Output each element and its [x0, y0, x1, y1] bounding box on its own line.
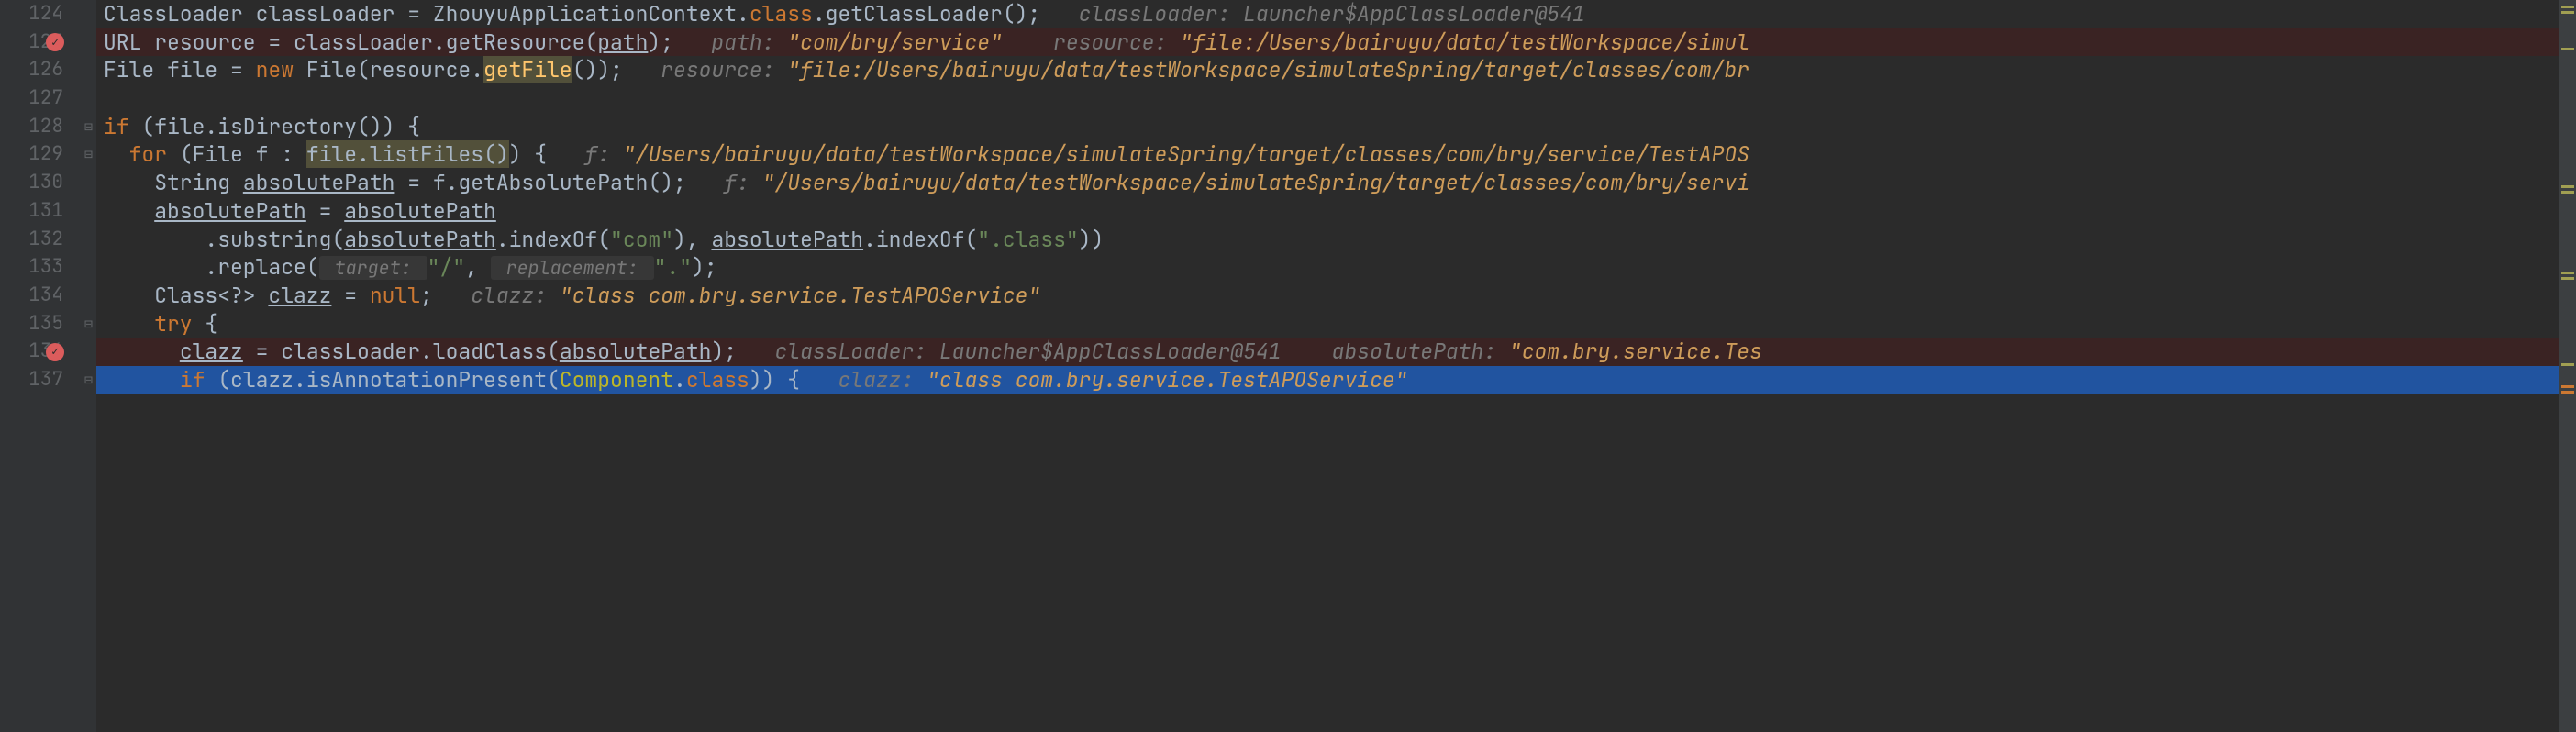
minimap-marker [2561, 6, 2574, 8]
code-line[interactable] [96, 84, 2576, 113]
code-editor[interactable]: 124 125 126 127 128⊟ 129⊟ 130 131 132 13… [0, 0, 2576, 732]
minimap-marker [2561, 48, 2574, 50]
line-number: 129⊟ [0, 140, 96, 169]
gutter: 124 125 126 127 128⊟ 129⊟ 130 131 132 13… [0, 0, 96, 732]
code-line[interactable]: URL resource = classLoader.getResource(p… [96, 28, 2576, 57]
line-number: 132 [0, 226, 96, 254]
fold-icon[interactable]: ⊟ [84, 310, 93, 338]
code-line[interactable]: ClassLoader classLoader = ZhouyuApplicat… [96, 0, 2576, 28]
line-number: 125 [0, 28, 96, 57]
code-line[interactable]: clazz = classLoader.loadClass(absolutePa… [96, 338, 2576, 366]
minimap-marker [2561, 385, 2574, 388]
line-number: 131 [0, 197, 96, 226]
line-number: 126 [0, 56, 96, 84]
minimap-marker [2561, 277, 2574, 280]
line-number: 135⊟ [0, 310, 96, 338]
minimap-marker [2561, 272, 2574, 274]
code-line[interactable]: .substring(absolutePath.indexOf("com"), … [96, 226, 2576, 254]
code-content[interactable]: ClassLoader classLoader = ZhouyuApplicat… [96, 0, 2576, 732]
fold-icon[interactable]: ⊟ [84, 113, 93, 141]
breakpoint-icon[interactable] [46, 343, 64, 361]
fold-icon[interactable]: ⊟ [84, 366, 93, 394]
fold-icon[interactable]: ⊟ [84, 140, 93, 169]
breakpoint-icon[interactable] [46, 33, 64, 51]
code-line[interactable]: absolutePath = absolutePath [96, 197, 2576, 226]
line-number: 134 [0, 282, 96, 310]
minimap-marker [2561, 185, 2574, 188]
minimap-marker [2561, 391, 2574, 394]
line-number: 130 [0, 169, 96, 197]
code-line[interactable]: .replace( target: "/", replacement: ".")… [96, 253, 2576, 282]
minimap-marker [2561, 11, 2574, 14]
code-line[interactable]: String absolutePath = f.getAbsolutePath(… [96, 169, 2576, 197]
minimap-scrollbar[interactable] [2559, 0, 2576, 732]
line-number: 124 [0, 0, 96, 28]
code-line[interactable]: if (file.isDirectory()) { [96, 113, 2576, 141]
current-execution-line[interactable]: if (clazz.isAnnotationPresent(Component.… [96, 366, 2576, 394]
minimap-marker [2561, 191, 2574, 194]
code-line[interactable]: File file = new File(resource.getFile())… [96, 56, 2576, 84]
line-number: 137⊟ [0, 366, 96, 394]
code-line[interactable]: try { [96, 310, 2576, 338]
code-line[interactable]: for (File f : file.listFiles()) { f: "/U… [96, 140, 2576, 169]
line-number: 128⊟ [0, 113, 96, 141]
line-number: 133 [0, 253, 96, 282]
line-number: 127 [0, 84, 96, 113]
minimap-marker [2561, 363, 2574, 366]
code-line[interactable]: Class<?> clazz = null; clazz: "class com… [96, 282, 2576, 310]
line-number: 136 [0, 338, 96, 366]
